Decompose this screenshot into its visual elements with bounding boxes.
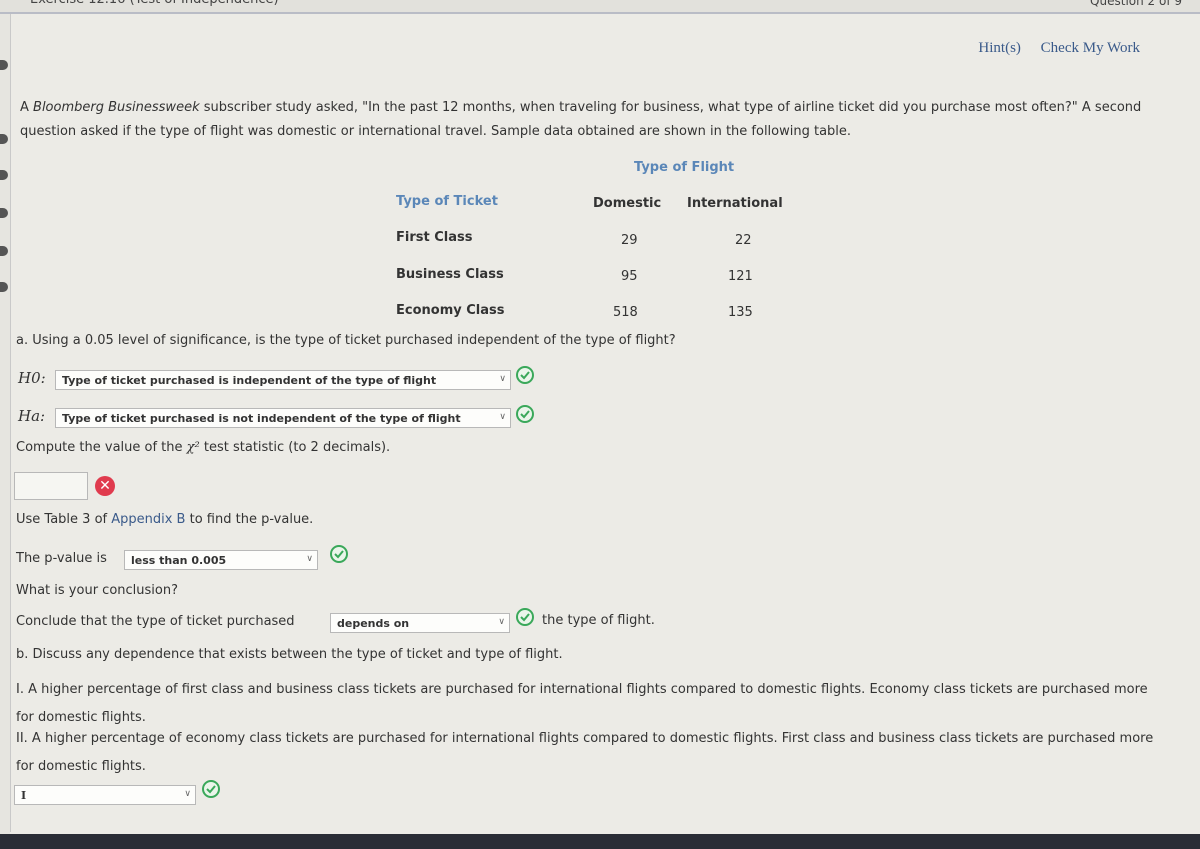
part-b-question: b. Discuss any dependence that exists be…: [16, 647, 563, 662]
row-label: Economy Class: [396, 303, 505, 318]
row-header-label: Type of Ticket: [396, 194, 498, 209]
correct-check-icon: [516, 366, 534, 384]
chevron-down-icon: ∨: [499, 374, 506, 384]
title-bar: Exercise 12.16 (Test of Independence) Qu…: [0, 0, 1200, 14]
table-cell: 22: [735, 233, 752, 248]
col-header-international: International: [687, 196, 783, 211]
chevron-down-icon: ∨: [306, 554, 313, 564]
option-ii-text: II. A higher percentage of economy class…: [16, 731, 1154, 774]
row-label: First Class: [396, 230, 473, 245]
chevron-down-icon: ∨: [184, 789, 191, 799]
pvalue-prompt: The p-value is: [16, 551, 107, 566]
correct-check-icon: [202, 780, 220, 798]
col-header-domestic: Domestic: [593, 196, 662, 211]
row-label: Business Class: [396, 267, 504, 282]
conclusion-select[interactable]: depends on ∨: [330, 613, 510, 633]
hint-link[interactable]: Hint(s): [978, 40, 1021, 56]
header-links: Hint(s) Check My Work: [962, 40, 1140, 57]
table-super-header: Type of Flight: [634, 160, 735, 175]
part-a-question: a. Using a 0.05 level of significance, i…: [16, 333, 676, 348]
chi-square-input[interactable]: [14, 472, 88, 500]
ha-select[interactable]: Type of ticket purchased is not independ…: [55, 408, 511, 428]
incorrect-x-icon: ✕: [95, 476, 115, 496]
option-i-text: I. A higher percentage of first class an…: [16, 682, 1148, 725]
table-prompt: Use Table 3 of Appendix B to find the p-…: [16, 512, 314, 527]
publication-name: Bloomberg Businessweek: [33, 100, 200, 115]
chi-square-prompt: Compute the value of the χ² test statist…: [16, 440, 391, 455]
chevron-down-icon: ∨: [498, 617, 505, 627]
table-cell: 29: [621, 233, 638, 248]
table-cell: 95: [621, 269, 638, 284]
check-my-work-link[interactable]: Check My Work: [1041, 40, 1140, 56]
appendix-b-link[interactable]: Appendix B: [111, 512, 185, 527]
pvalue-select[interactable]: less than 0.005 ∨: [124, 550, 318, 570]
h0-label: H0:: [18, 369, 46, 387]
problem-intro: A Bloomberg Businessweek subscriber stud…: [20, 100, 1142, 139]
ha-label: Ha:: [18, 407, 46, 425]
question-nav[interactable]: Question 2 of 9: [1090, 0, 1182, 8]
correct-check-icon: [330, 545, 348, 563]
chevron-down-icon: ∨: [499, 412, 506, 422]
table-cell: 135: [728, 305, 753, 320]
table-cell: 121: [728, 269, 753, 284]
exercise-title: Exercise 12.16 (Test of Independence): [30, 0, 279, 7]
conclusion-question: What is your conclusion?: [16, 583, 178, 598]
part-b-select[interactable]: I ∨: [14, 785, 196, 805]
left-edge: [0, 0, 10, 849]
conclusion-suffix: the type of flight.: [542, 613, 655, 628]
bottom-bar: [0, 834, 1200, 849]
correct-check-icon: [516, 405, 534, 423]
conclusion-prefix: Conclude that the type of ticket purchas…: [16, 614, 295, 629]
correct-check-icon: [516, 608, 534, 626]
h0-select[interactable]: Type of ticket purchased is independent …: [55, 370, 511, 390]
table-cell: 518: [613, 305, 638, 320]
